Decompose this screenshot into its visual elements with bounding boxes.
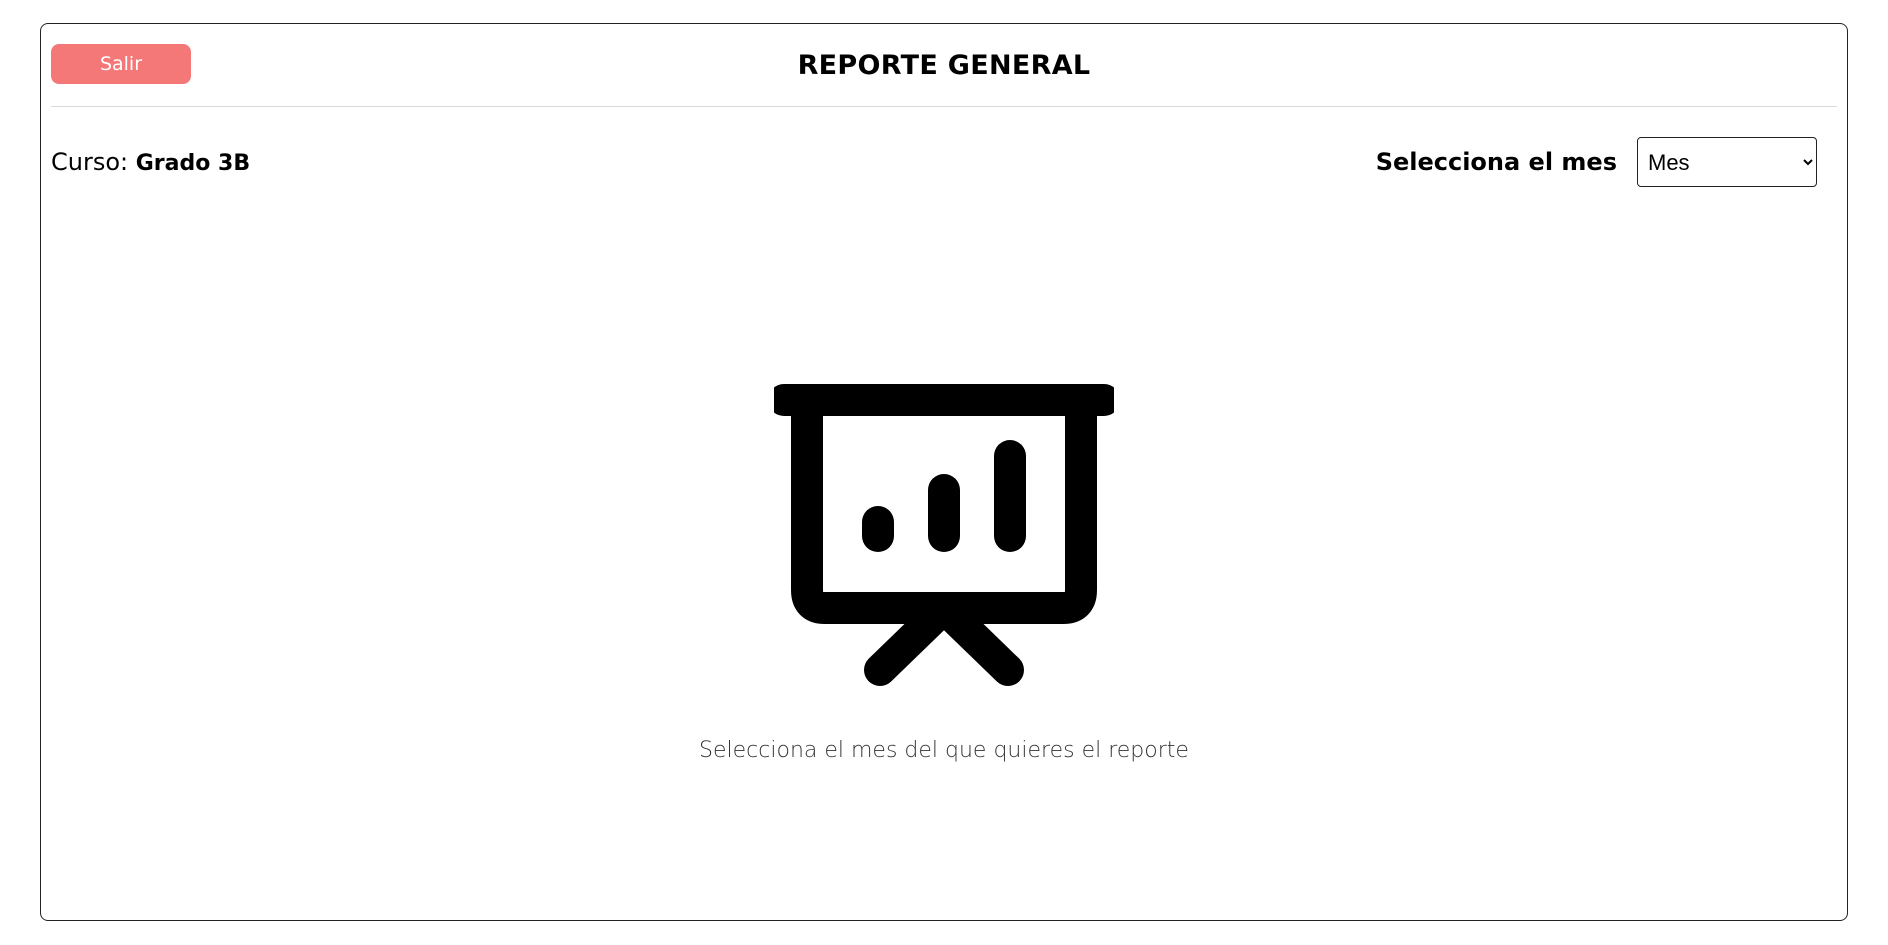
empty-message: Selecciona el mes del que quieres el rep… xyxy=(699,738,1189,763)
page-title: REPORTE GENERAL xyxy=(797,50,1091,81)
exit-button[interactable]: Salir xyxy=(51,44,191,84)
empty-state: Selecciona el mes del que quieres el rep… xyxy=(41,384,1847,763)
month-selector: Selecciona el mes Mes xyxy=(1376,137,1817,187)
course-info: Curso: Grado 3B xyxy=(51,148,250,176)
month-select[interactable]: Mes xyxy=(1637,137,1817,187)
report-header: Salir REPORTE GENERAL xyxy=(51,24,1837,107)
presentation-chart-icon xyxy=(774,384,1114,686)
month-label: Selecciona el mes xyxy=(1375,148,1617,176)
report-card: Salir REPORTE GENERAL Curso: Grado 3B Se… xyxy=(40,23,1848,921)
course-label: Curso: xyxy=(51,148,129,176)
course-value: Grado 3B xyxy=(135,151,251,176)
